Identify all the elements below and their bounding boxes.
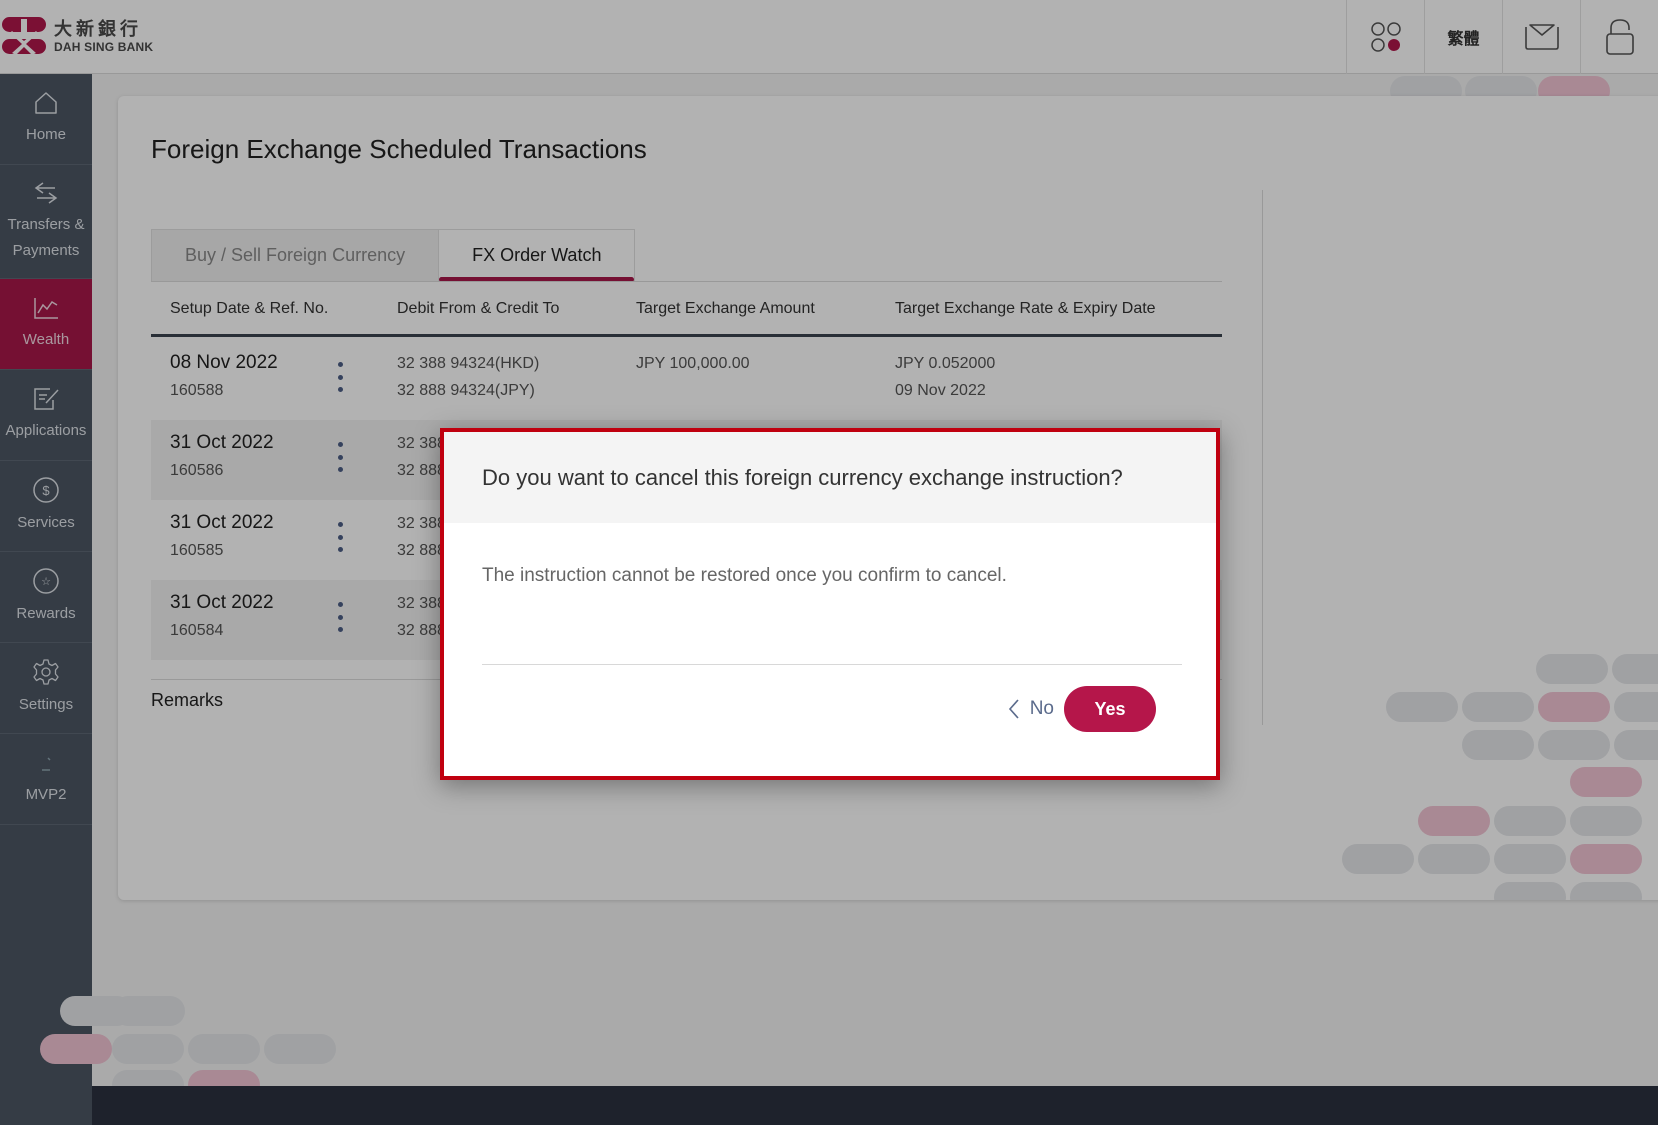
dialog-divider — [482, 664, 1182, 665]
cancel-confirmation-dialog: Do you want to cancel this foreign curre… — [440, 428, 1220, 780]
no-button[interactable]: No — [1008, 698, 1054, 720]
dialog-message: The instruction cannot be restored once … — [482, 565, 1007, 586]
no-button-label: No — [1029, 698, 1054, 719]
dialog-title: Do you want to cancel this foreign curre… — [444, 432, 1216, 523]
chevron-left-icon — [1008, 699, 1019, 719]
yes-button[interactable]: Yes — [1064, 686, 1156, 732]
